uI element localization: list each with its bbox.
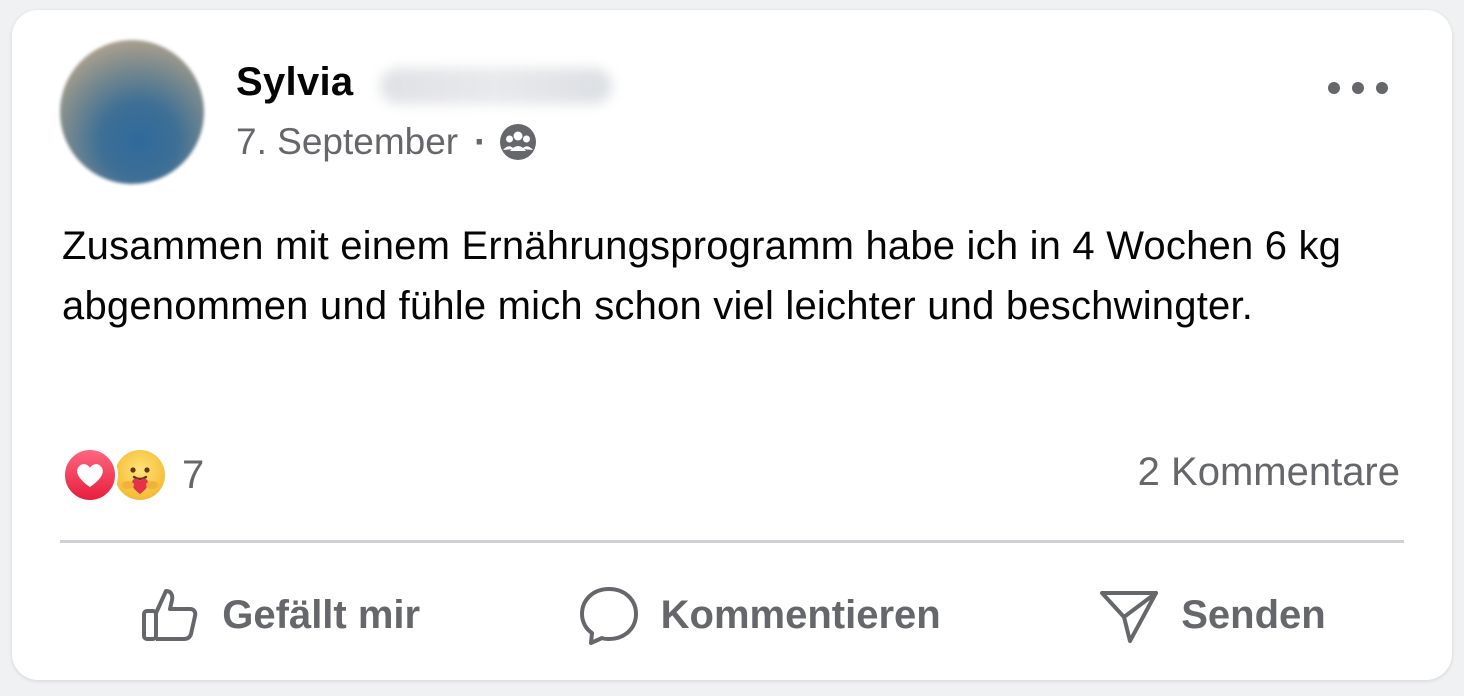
like-button[interactable]: Gefällt mir bbox=[138, 583, 420, 647]
comment-label: Kommentieren bbox=[660, 592, 941, 637]
send-icon bbox=[1100, 591, 1159, 643]
more-dot-icon bbox=[1352, 82, 1364, 94]
post-card: Sylvia 7. September · Zusammen mit einem… bbox=[12, 10, 1452, 680]
post-date[interactable]: 7. September bbox=[236, 121, 458, 163]
like-label: Gefällt mir bbox=[222, 592, 421, 637]
reactions-summary[interactable]: 7 bbox=[62, 446, 204, 504]
send-button[interactable]: Senden bbox=[1097, 583, 1326, 647]
comments-count-link[interactable]: 2 Kommentare bbox=[1138, 450, 1400, 495]
more-options-button[interactable] bbox=[1328, 72, 1388, 104]
author-name[interactable]: Sylvia bbox=[236, 60, 353, 105]
post-text: Zusammen mit einem Ernährungsprogramm ha… bbox=[62, 224, 1342, 328]
divider bbox=[60, 540, 1404, 543]
send-label: Senden bbox=[1181, 592, 1326, 637]
author-last-name-redacted bbox=[380, 68, 612, 104]
reaction-count: 7 bbox=[182, 452, 205, 497]
comment-button[interactable]: Kommentieren bbox=[577, 583, 941, 647]
post-meta: 7. September · bbox=[236, 118, 538, 166]
more-dot-icon bbox=[1376, 82, 1388, 94]
more-dot-icon bbox=[1328, 82, 1340, 94]
comment-bubble-icon bbox=[579, 587, 638, 645]
action-bar: Gefällt mir Kommentieren Senden bbox=[60, 570, 1404, 660]
group-icon[interactable] bbox=[498, 122, 538, 162]
meta-separator: · bbox=[474, 121, 487, 162]
love-reaction-icon bbox=[62, 447, 118, 503]
thumbs-up-icon bbox=[142, 589, 198, 641]
care-reaction-icon bbox=[112, 447, 168, 503]
avatar[interactable] bbox=[60, 40, 204, 184]
